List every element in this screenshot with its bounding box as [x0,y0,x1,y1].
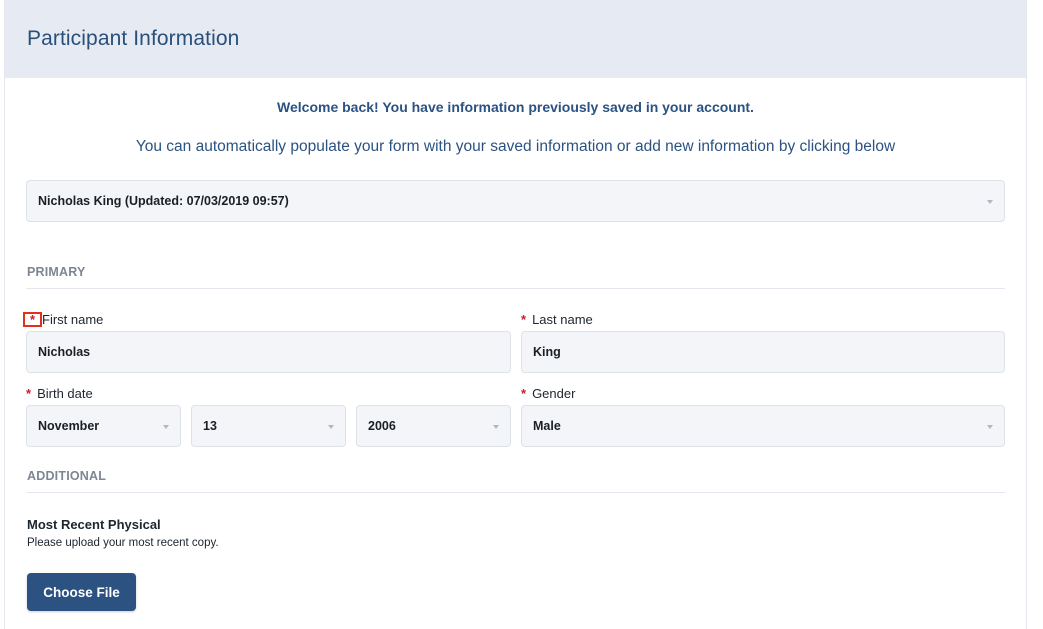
birth-year-value: 2006 [368,419,396,433]
gender-label-text: Gender [532,386,576,401]
birth-month-select[interactable]: November [26,405,181,447]
required-asterisk: * [26,386,32,401]
section-primary-label: PRIMARY [27,265,86,279]
last-name-label-text: Last name [532,312,593,327]
first-name-label: * First name [23,312,103,327]
birth-date-label: * Birth date [26,386,93,401]
last-name-value: King [533,345,561,359]
required-asterisk: * [521,386,527,401]
section-divider [26,288,1005,289]
last-name-input[interactable]: King [521,331,1005,373]
physical-upload-title: Most Recent Physical [27,517,161,532]
last-name-label: * Last name [521,312,593,327]
chevron-down-icon [987,200,993,204]
required-asterisk: * [521,312,527,327]
gender-value: Male [533,419,561,433]
physical-upload-description: Please upload your most recent copy. [27,537,219,549]
page-title: Participant Information [27,27,240,50]
gender-label: * Gender [521,386,575,401]
section-divider [26,492,1005,493]
card-header: Participant Information [5,0,1026,78]
birth-date-label-text: Birth date [37,386,93,401]
first-name-label-text: First name [42,312,104,327]
choose-file-button[interactable]: Choose File [27,573,136,611]
chevron-down-icon [163,425,169,429]
autofill-instructions: You can automatically populate your form… [135,138,896,155]
gender-select[interactable]: Male [521,405,1005,447]
participant-information-card: Participant Information Welcome back! Yo… [4,0,1027,629]
welcome-message: Welcome back! You have information previ… [277,99,754,115]
birth-day-value: 13 [203,419,217,433]
birth-day-select[interactable]: 13 [191,405,346,447]
first-name-input[interactable]: Nicholas [26,331,511,373]
required-marker-highlight: * [23,312,42,327]
chevron-down-icon [328,425,334,429]
saved-profile-value: Nicholas King (Updated: 07/03/2019 09:57… [38,194,289,208]
section-additional-label: ADDITIONAL [27,469,107,483]
saved-profile-select[interactable]: Nicholas King (Updated: 07/03/2019 09:57… [26,180,1005,222]
required-asterisk: * [29,312,36,327]
birth-month-value: November [38,419,100,433]
chevron-down-icon [987,425,993,429]
birth-year-select[interactable]: 2006 [356,405,511,447]
first-name-value: Nicholas [38,345,91,359]
chevron-down-icon [493,425,499,429]
